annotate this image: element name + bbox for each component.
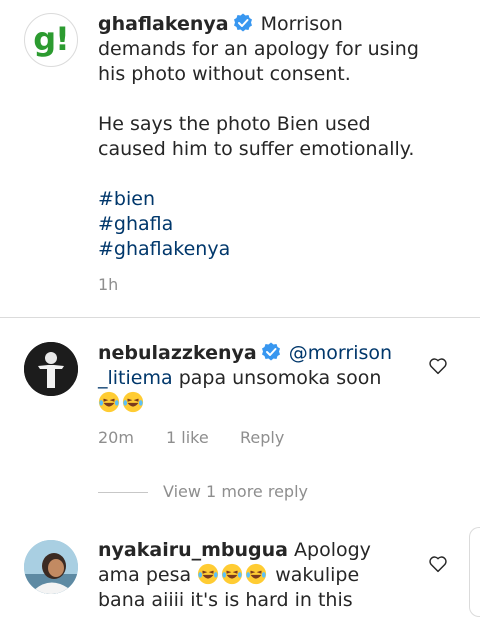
nebulazz-avatar[interactable] — [24, 342, 78, 396]
comment-1-reply-button[interactable]: Reply — [240, 428, 284, 447]
view-replies-line — [98, 492, 148, 493]
comment-1-mention-b[interactable]: _litiema — [98, 367, 173, 389]
comment-2-line-2a: ama pesa — [98, 564, 192, 586]
post-username[interactable]: ghaflakenya — [98, 13, 229, 35]
comment-1-likes[interactable]: 1 like — [166, 428, 209, 447]
hashtag-ghaflakenya[interactable]: #ghaflakenya — [98, 238, 230, 260]
divider — [0, 317, 480, 318]
comment-1-text: nebulazzkenya @morrison _litiema papa un… — [98, 341, 398, 416]
laughing-emoji-icon — [197, 563, 221, 586]
caption-line-2: demands for an apology for using — [98, 38, 419, 60]
ghafla-logo-text: g! — [33, 20, 69, 58]
caption-line-3: his photo without consent. — [98, 63, 351, 85]
comment-2-line-2b: wakulipe — [275, 564, 360, 586]
like-heart-icon[interactable] — [428, 555, 448, 573]
profile-photo — [24, 540, 78, 594]
comment-2-line-3: bana aiiii it's is hard in this — [98, 589, 353, 611]
caption-line-1: Morrison — [260, 13, 343, 35]
comment-1-time: 20m — [98, 428, 134, 447]
laughing-emoji-icon — [122, 391, 146, 414]
caption-line-4: He says the photo Bien used — [98, 113, 371, 135]
caption-line-5: caused him to suffer emotionally. — [98, 138, 415, 160]
comment-2-line-1: Apology — [294, 539, 371, 561]
person-silhouette-icon — [24, 342, 78, 396]
post-caption: ghaflakenya Morrison demands for an apol… — [98, 12, 468, 262]
nyakairu-avatar[interactable] — [24, 540, 78, 594]
comment-2-username[interactable]: nyakairu_mbugua — [98, 539, 288, 561]
comment-1-mention-a[interactable]: @morrison — [289, 342, 392, 364]
scrollbar[interactable] — [469, 527, 480, 617]
hashtag-ghafla[interactable]: #ghafla — [98, 213, 173, 235]
verified-badge-icon — [261, 342, 280, 361]
comment-1-username[interactable]: nebulazzkenya — [98, 342, 257, 364]
like-heart-icon[interactable] — [428, 357, 448, 375]
laughing-emoji-icon — [245, 563, 269, 586]
hashtag-bien[interactable]: #bien — [98, 188, 155, 210]
laughing-emoji-icon — [221, 563, 245, 586]
ghafla-avatar[interactable]: g! — [24, 13, 78, 67]
comment-1-body: papa unsomoka soon — [178, 367, 382, 389]
post-time: 1h — [98, 275, 119, 294]
comment-2-text: nyakairu_mbugua Apology ama pesa wakulip… — [98, 538, 398, 613]
laughing-emoji-icon — [98, 391, 122, 414]
view-more-replies-button[interactable]: View 1 more reply — [163, 482, 308, 501]
verified-badge-icon — [233, 13, 252, 32]
